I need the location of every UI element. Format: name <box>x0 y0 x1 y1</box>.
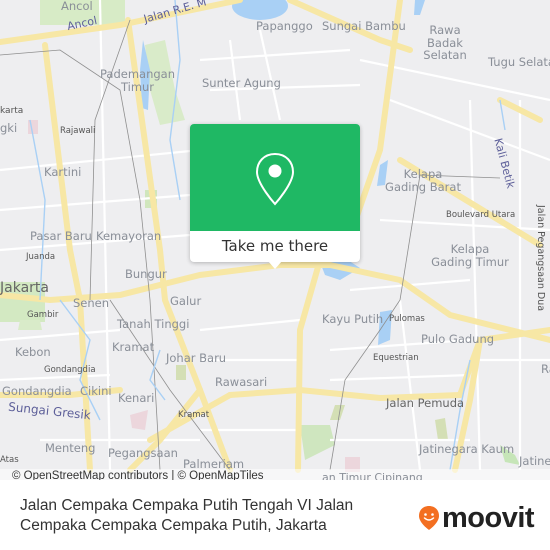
map-label-tanah-tinggi: Tanah Tinggi <box>117 317 190 331</box>
map-label-jalan-pemuda: Jalan Pemuda <box>386 396 465 410</box>
map-label-jatinegara-kaum: Jatinegara Kaum <box>419 442 515 456</box>
map-label-papanggo: Papanggo <box>256 19 313 33</box>
map-label-bungur: Bungur <box>125 267 167 281</box>
map-label-rawa-badak: Rawa Badak Selatan <box>423 23 467 63</box>
map-label-gondangdia-small: Gondangdia <box>44 365 96 375</box>
map-label-gki-edge: gki <box>0 121 18 135</box>
map-label-ra-edge: Ra <box>541 362 550 376</box>
map-label-kartini: Kartini <box>44 165 82 179</box>
map-label-equestrian: Equestrian <box>373 353 419 363</box>
map-label-rawasari: Rawasari <box>215 375 268 389</box>
map-label-gondangdia: Gondangdia <box>2 384 72 398</box>
attribution-text[interactable]: © OpenStreetMap contributors | © OpenMap… <box>12 470 264 480</box>
map-label-johar-baru: Johar Baru <box>166 351 227 365</box>
popup-pointer <box>268 261 282 269</box>
map-label-galur: Galur <box>170 294 202 308</box>
location-popup: Take me there <box>190 124 360 269</box>
map-label-atas-edge: Atas <box>0 455 19 465</box>
map-label-kenari: Kenari <box>118 391 155 405</box>
map-label-tugu-selatan: Tugu Selatan <box>488 55 550 69</box>
map-label-sungai-bambu: Sungai Bambu <box>322 19 406 33</box>
map-label-kramat: Kramat <box>112 340 155 354</box>
footer: Jalan Cempaka Cempaka Putih Tengah VI Ja… <box>0 485 550 550</box>
map-label-pegangsaan: Pegangsaan <box>108 446 178 460</box>
map-label-cipinang: an Timur Cipinang <box>322 471 423 480</box>
map-label-kelapa-gading-timur: Kelapa Gading Timur <box>431 242 509 269</box>
map-label-ancol: Ancol <box>61 0 93 13</box>
map-label-rajawali: Rajawali <box>60 126 96 136</box>
map-label-pulo-gadung: Pulo Gadung <box>421 332 495 346</box>
map-label-kramat-small: Kramat <box>178 410 210 420</box>
map-view[interactable]: Ancol Ancol Jalan R.E. M Papanggo Sungai… <box>0 0 550 480</box>
map-label-jatinegara-edge: Jatine <box>519 454 550 468</box>
map-label-jalan-pegangsaan: Jalan Pegangsaan Dua <box>535 205 546 312</box>
map-label-boulevard-utara: Boulevard Utara <box>446 210 516 220</box>
map-label-karta-edge: karta <box>0 106 24 116</box>
map-label-gambir: Gambir <box>27 310 59 320</box>
map-label-pademangan: Pademangan Timur <box>100 67 176 94</box>
map-attribution: © OpenStreetMap contributors | © OpenMap… <box>0 469 550 480</box>
map-label-menteng: Menteng <box>45 441 96 455</box>
map-label-jakarta: Jakarta <box>0 280 49 296</box>
map-label-cikini: Cikini <box>80 384 112 398</box>
moovit-wordmark: moovit <box>442 502 535 534</box>
map-label-senen: Senen <box>73 296 110 310</box>
map-label-pasar-baru: Pasar Baru <box>30 229 92 243</box>
map-label-kayu-putih: Kayu Putih <box>322 312 384 326</box>
map-label-kebon: Kebon <box>15 345 51 359</box>
take-me-there-button[interactable]: Take me there <box>190 231 360 262</box>
address-text: Jalan Cempaka Cempaka Putih Tengah VI Ja… <box>20 497 354 534</box>
map-label-kemayoran: Kemayoran <box>96 229 162 243</box>
map-label-pulomas: Pulomas <box>389 314 425 324</box>
map-label-kelapa-gading-barat: Kelapa Gading Barat <box>385 167 461 194</box>
moovit-logo[interactable]: moovit <box>418 502 535 534</box>
map-label-juanda: Juanda <box>26 252 56 262</box>
map-label-sunter-agung: Sunter Agung <box>202 76 281 90</box>
location-pin-icon <box>255 152 295 206</box>
moovit-pin-icon <box>419 506 439 530</box>
